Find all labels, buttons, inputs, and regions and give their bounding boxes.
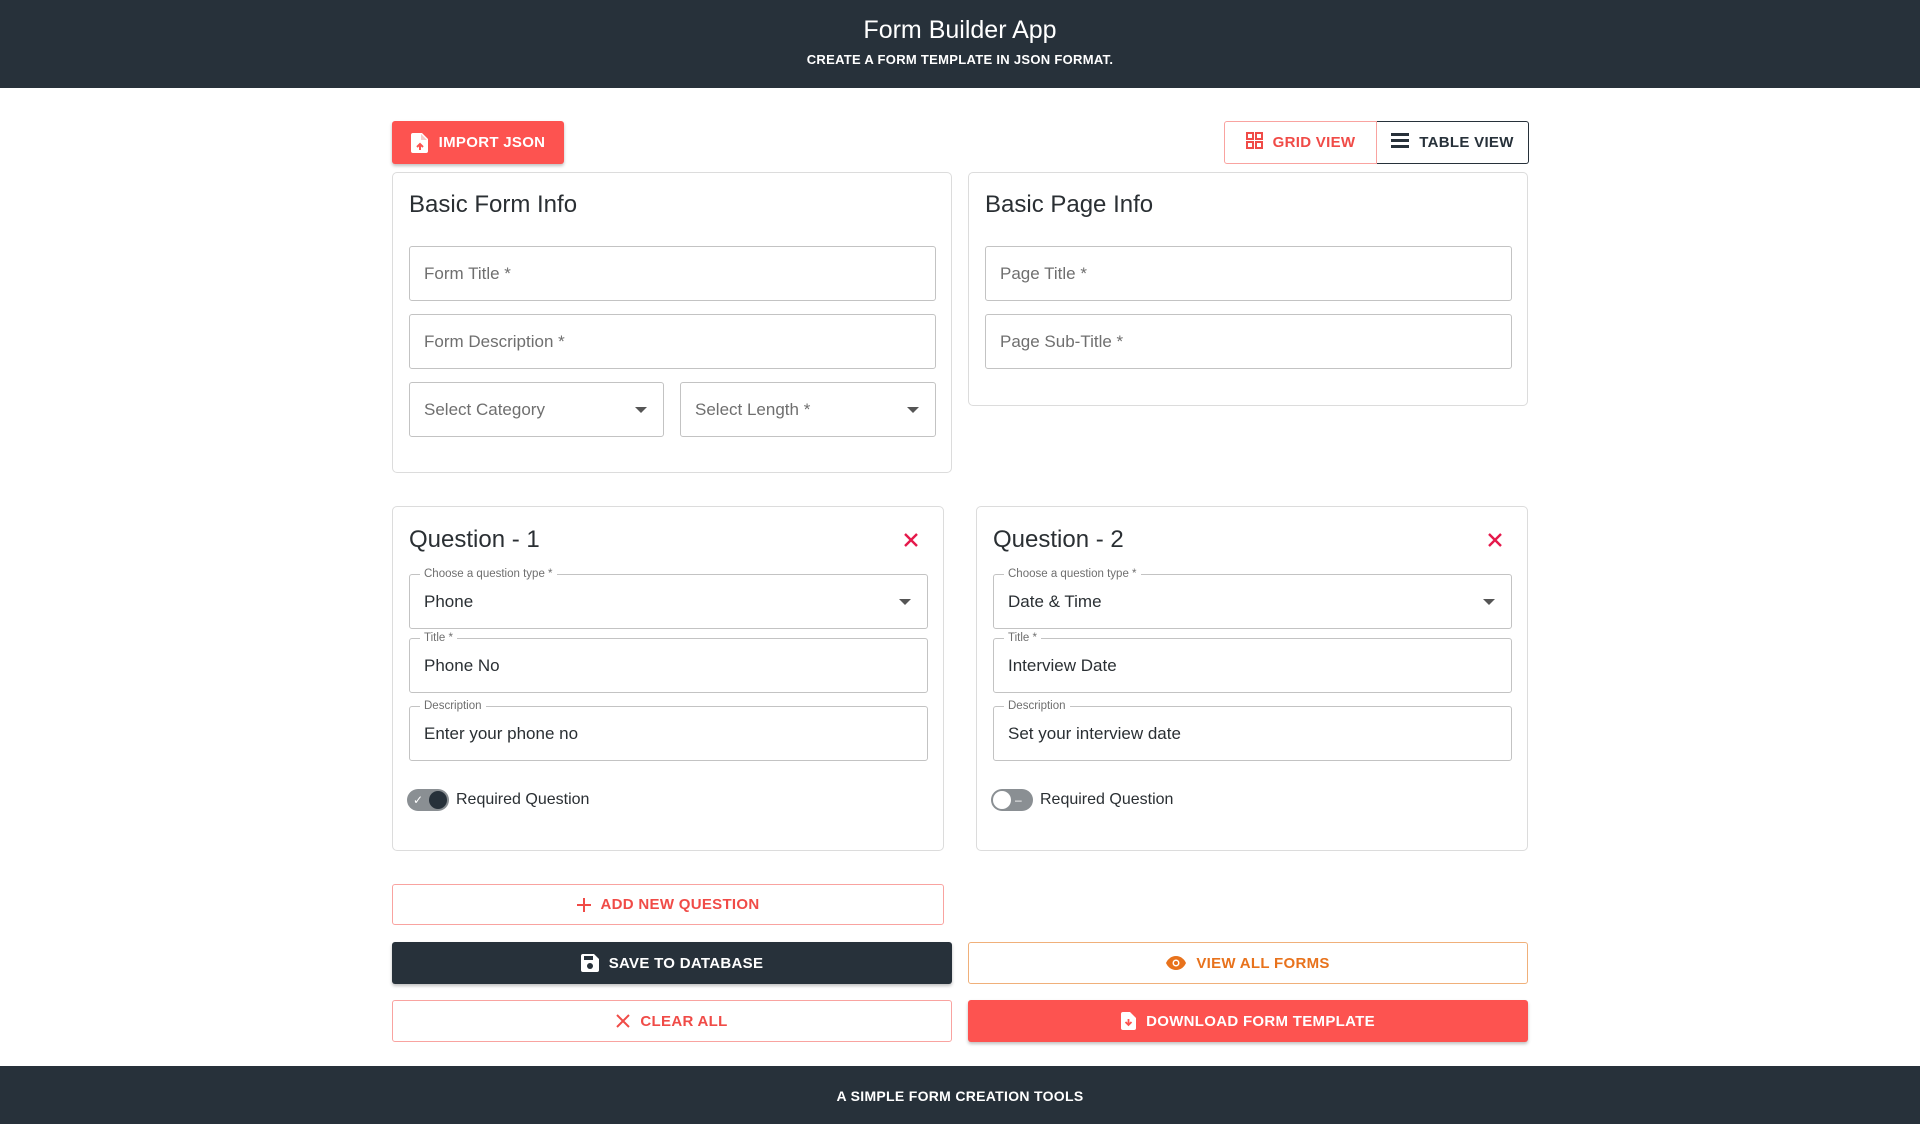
clear-all-button[interactable]: CLEAR ALL: [392, 1000, 952, 1042]
question-type-value: Phone: [424, 591, 474, 611]
question-type-select[interactable]: Choose a question type * Phone: [409, 567, 928, 629]
chevron-down-icon: [1483, 598, 1495, 605]
chevron-down-icon: [907, 406, 919, 413]
question-title-value: Interview Date: [1008, 655, 1117, 675]
question-type-legend: Choose a question type *: [420, 567, 557, 581]
category-select[interactable]: Select Category: [409, 382, 664, 437]
question-type-legend: Choose a question type *: [1004, 567, 1141, 581]
file-download-icon: [1121, 1012, 1137, 1030]
length-select[interactable]: Select Length *: [680, 382, 936, 437]
question-title-input[interactable]: Title * Phone No: [409, 631, 928, 693]
chevron-down-icon: [635, 406, 647, 413]
length-placeholder: Select Length *: [695, 399, 811, 419]
question-description-input[interactable]: Description Enter your phone no: [409, 699, 928, 761]
view-toggle-group: GRID VIEW TABLE VIEW: [1224, 121, 1529, 164]
download-form-template-label: DOWNLOAD FORM TEMPLATE: [1146, 1012, 1375, 1030]
table-view-button[interactable]: TABLE VIEW: [1377, 121, 1529, 164]
view-all-forms-label: VIEW ALL FORMS: [1196, 954, 1330, 972]
question-title-value: Phone No: [424, 655, 500, 675]
save-to-database-button[interactable]: SAVE TO DATABASE: [392, 942, 952, 984]
question-type-value: Date & Time: [1008, 591, 1102, 611]
question-card: Question - 2 Choose a question type * Da…: [976, 506, 1528, 851]
plus-icon: [576, 897, 591, 912]
question-card: Question - 1 Choose a question type * Ph…: [392, 506, 944, 851]
import-json-label: IMPORT JSON: [438, 134, 546, 151]
eye-icon: [1166, 956, 1187, 970]
form-title-placeholder: Form Title *: [424, 263, 511, 283]
check-icon: ✓: [413, 793, 424, 807]
question-description-value: Enter your phone no: [424, 723, 579, 743]
floppy-disk-icon: [580, 954, 599, 972]
clear-all-label: CLEAR ALL: [640, 1012, 728, 1030]
basic-form-info-card: Basic Form Info Form Title * Form Descri…: [392, 172, 952, 473]
save-to-database-label: SAVE TO DATABASE: [608, 954, 764, 972]
page-title-placeholder: Page Title *: [1000, 263, 1087, 283]
add-new-question-label: ADD NEW QUESTION: [600, 896, 760, 913]
required-label: Required Question: [1040, 791, 1174, 808]
form-description-placeholder: Form Description *: [424, 331, 565, 351]
add-new-question-button[interactable]: ADD NEW QUESTION: [392, 884, 944, 925]
table-rows-icon: [1391, 133, 1410, 152]
form-description-input[interactable]: Form Description *: [409, 314, 936, 369]
question-title-legend: Title *: [1004, 631, 1041, 645]
page-title-input[interactable]: Page Title *: [985, 246, 1512, 301]
required-toggle[interactable]: ✓: [407, 789, 449, 811]
grid-view-label: GRID VIEW: [1272, 134, 1356, 151]
question-title-input[interactable]: Title * Interview Date: [993, 631, 1512, 693]
file-import-icon: [410, 132, 429, 153]
question-description-input[interactable]: Description Set your interview date: [993, 699, 1512, 761]
close-icon: [616, 1014, 631, 1028]
question-heading: Question - 2: [993, 526, 1124, 553]
page-subtitle-placeholder: Page Sub-Title *: [1000, 331, 1124, 351]
download-form-template-button[interactable]: DOWNLOAD FORM TEMPLATE: [968, 1000, 1528, 1042]
close-icon[interactable]: [1485, 530, 1505, 550]
app-subtitle: CREATE A FORM TEMPLATE IN JSON FORMAT.: [806, 52, 1114, 67]
import-json-button[interactable]: IMPORT JSON: [392, 121, 564, 164]
close-icon[interactable]: [901, 530, 921, 550]
chevron-down-icon: [899, 598, 911, 605]
form-title-input[interactable]: Form Title *: [409, 246, 936, 301]
required-toggle[interactable]: –: [991, 789, 1033, 811]
grid-view-button[interactable]: GRID VIEW: [1224, 121, 1377, 164]
basic-page-info-card: Basic Page Info Page Title * Page Sub-Ti…: [968, 172, 1528, 406]
category-placeholder: Select Category: [424, 399, 545, 419]
grid-icon: [1245, 132, 1263, 153]
question-title-legend: Title *: [420, 631, 457, 645]
footer-text: A SIMPLE FORM CREATION TOOLS: [836, 1088, 1084, 1104]
app-title: Form Builder App: [863, 16, 1057, 44]
question-description-value: Set your interview date: [1008, 723, 1181, 743]
minus-icon: –: [1015, 793, 1022, 807]
question-description-legend: Description: [1004, 699, 1070, 713]
question-type-select[interactable]: Choose a question type * Date & Time: [993, 567, 1512, 629]
page-subtitle-input[interactable]: Page Sub-Title *: [985, 314, 1512, 369]
question-description-legend: Description: [420, 699, 486, 713]
basic-form-info-title: Basic Form Info: [409, 191, 578, 218]
question-heading: Question - 1: [409, 526, 540, 553]
app-header: Form Builder App CREATE A FORM TEMPLATE …: [0, 0, 1920, 88]
basic-page-info-title: Basic Page Info: [985, 191, 1154, 218]
required-label: Required Question: [456, 791, 590, 808]
table-view-label: TABLE VIEW: [1419, 134, 1514, 151]
app-footer: A SIMPLE FORM CREATION TOOLS: [0, 1066, 1920, 1124]
view-all-forms-button[interactable]: VIEW ALL FORMS: [968, 942, 1528, 984]
